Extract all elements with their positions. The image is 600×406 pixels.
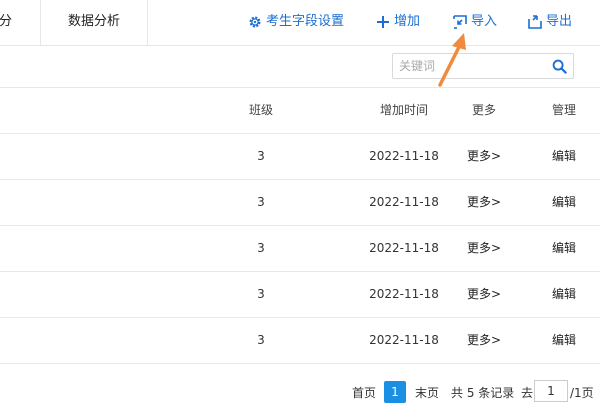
cell-add-time: 2022-11-18 — [369, 241, 439, 255]
more-link[interactable]: 更多> — [455, 272, 513, 317]
add-button[interactable]: 增加 — [376, 12, 420, 32]
tab-partial[interactable]: 分 — [0, 0, 41, 45]
edit-link[interactable]: 编辑 — [530, 134, 598, 179]
more-link[interactable]: 更多> — [455, 134, 513, 179]
more-link[interactable]: 更多> — [455, 226, 513, 271]
edit-link[interactable]: 编辑 — [530, 226, 598, 271]
edit-link[interactable]: 编辑 — [530, 272, 598, 317]
keyword-search-input[interactable] — [393, 54, 555, 78]
gear-icon — [249, 16, 261, 28]
cell-class: 3 — [257, 241, 265, 255]
total-records: 共 5 条记录 — [451, 386, 515, 400]
cell-add-time: 2022-11-18 — [369, 287, 439, 301]
export-label: 导出 — [546, 14, 573, 29]
table-row: 3 2022-11-18 更多> 编辑 — [0, 318, 600, 364]
cell-add-time: 2022-11-18 — [369, 195, 439, 209]
export-icon — [528, 15, 542, 29]
table-row: 3 2022-11-18 更多> 编辑 — [0, 180, 600, 226]
search-box — [392, 53, 574, 79]
header-add-time: 增加时间 — [379, 103, 428, 117]
cell-class: 3 — [257, 149, 265, 163]
edit-link[interactable]: 编辑 — [530, 180, 598, 225]
header-more: 更多 — [471, 103, 496, 117]
pagination: 首页 1 末页 共 5 条记录 去 1 /1页 — [0, 380, 600, 406]
cell-add-time: 2022-11-18 — [369, 149, 439, 163]
import-button[interactable]: 导入 — [453, 12, 497, 32]
plus-icon — [377, 16, 389, 28]
data-table: 班级 增加时间 更多 管理 3 2022-11-18 更多> 编辑 3 2022… — [0, 87, 600, 364]
cell-add-time: 2022-11-18 — [369, 333, 439, 347]
table-row: 3 2022-11-18 更多> 编辑 — [0, 226, 600, 272]
last-page-link[interactable]: 末页 — [415, 383, 439, 403]
export-button[interactable]: 导出 — [528, 12, 572, 32]
add-label: 增加 — [394, 14, 421, 29]
cell-class: 3 — [257, 287, 265, 301]
import-label: 导入 — [471, 14, 498, 29]
more-link[interactable]: 更多> — [455, 180, 513, 225]
table-row: 3 2022-11-18 更多> 编辑 — [0, 134, 600, 180]
examinee-fields-settings-button[interactable]: 考生字段设置 — [248, 12, 344, 32]
header-manage: 管理 — [551, 103, 576, 117]
goto-label: 去 — [521, 386, 534, 400]
tab-bar: 分 数据分析 考生字段设置 增加 导入 导出 — [0, 0, 600, 46]
page-number-input[interactable]: 1 — [534, 380, 568, 402]
search-icon[interactable] — [552, 59, 567, 74]
first-page-link[interactable]: 首页 — [352, 383, 376, 403]
table-row: 3 2022-11-18 更多> 编辑 — [0, 272, 600, 318]
tab-data-analysis[interactable]: 数据分析 — [41, 0, 148, 45]
fields-settings-label: 考生字段设置 — [266, 14, 345, 29]
cell-class: 3 — [257, 195, 265, 209]
cell-class: 3 — [257, 333, 265, 347]
edit-link[interactable]: 编辑 — [530, 318, 598, 363]
more-link[interactable]: 更多> — [455, 318, 513, 363]
import-icon — [453, 15, 467, 29]
table-header-row: 班级 增加时间 更多 管理 — [0, 87, 600, 134]
page-count-suffix: /1页 — [570, 386, 594, 400]
header-class: 班级 — [248, 103, 273, 117]
